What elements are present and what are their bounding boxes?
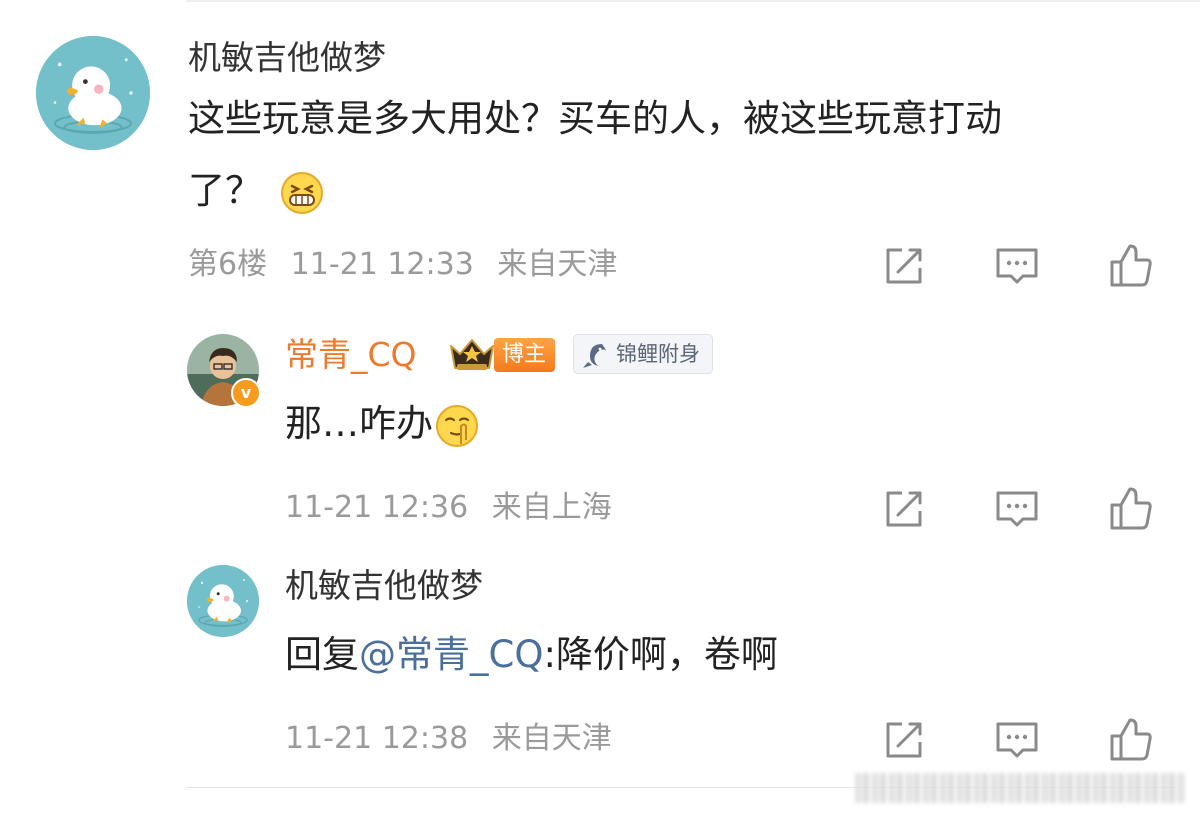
thumbs-up-icon xyxy=(1106,485,1154,533)
comment-actions xyxy=(880,242,1160,292)
like-button[interactable] xyxy=(1106,716,1154,764)
comment-text-line1: 这些玩意是多大用处？买车的人，被这些玩意打动 xyxy=(188,97,1002,140)
reply-username[interactable]: 常青_CQ xyxy=(285,335,417,375)
floor-label: 第6楼 xyxy=(188,247,268,282)
mention-link[interactable]: @常青_CQ xyxy=(359,633,543,676)
timestamp: 11-21 12:36 xyxy=(285,490,469,525)
shush-emoji-icon xyxy=(436,404,478,447)
koi-badge-label: 锦鲤附身 xyxy=(616,342,700,366)
verified-badge: v xyxy=(231,378,261,408)
thumbs-up-icon xyxy=(1106,242,1154,290)
comment-icon xyxy=(993,485,1041,533)
duck-avatar-icon xyxy=(36,36,150,150)
reply-actions xyxy=(880,716,1160,766)
reply-prefix: 回复 xyxy=(285,633,359,676)
location: 来自天津 xyxy=(491,721,612,756)
timestamp: 11-21 12:33 xyxy=(290,247,474,282)
comment-username[interactable]: 机敏吉他做梦 xyxy=(188,38,386,78)
share-button[interactable] xyxy=(880,242,928,290)
comment-icon xyxy=(993,242,1041,290)
grin-emoji-icon xyxy=(280,171,323,214)
avatar[interactable] xyxy=(36,36,150,150)
comment-text-line2: 了？ xyxy=(188,169,262,212)
like-button[interactable] xyxy=(1106,242,1154,290)
comment-icon xyxy=(993,716,1041,764)
reply-meta: 11-21 12:38 来自天津 xyxy=(285,719,612,759)
share-button[interactable] xyxy=(880,716,928,764)
reply-text-body: 那…咋办 xyxy=(285,402,433,445)
location: 来自天津 xyxy=(497,247,618,282)
share-icon xyxy=(880,242,928,290)
reply-button[interactable] xyxy=(993,716,1041,764)
avatar[interactable] xyxy=(187,565,259,637)
blogger-badge: 博主 xyxy=(494,338,556,372)
reply-button[interactable] xyxy=(993,242,1041,290)
crown-icon xyxy=(450,339,494,370)
koi-fish-icon xyxy=(583,344,606,368)
reply-button[interactable] xyxy=(993,485,1041,533)
reply-text: 回复@常青_CQ:降价啊，卷啊 xyxy=(285,619,778,691)
koi-badge[interactable]: 锦鲤附身 xyxy=(573,334,713,374)
comment-meta: 第6楼 11-21 12:33 来自天津 xyxy=(188,245,617,285)
share-icon xyxy=(880,716,928,764)
comment-text: 这些玩意是多大用处？买车的人，被这些玩意打动 了？ xyxy=(188,83,1173,227)
duck-avatar-icon xyxy=(187,565,259,637)
reply-text: 那…咋办 xyxy=(285,388,479,460)
reply-username[interactable]: 机敏吉他做梦 xyxy=(285,566,483,606)
watermark-blur xyxy=(855,773,1185,803)
like-button[interactable] xyxy=(1106,485,1154,533)
reply-actions xyxy=(880,485,1160,535)
reply-meta: 11-21 12:36 来自上海 xyxy=(285,488,612,528)
location: 来自上海 xyxy=(491,490,612,525)
timestamp: 11-21 12:38 xyxy=(285,721,469,756)
thumbs-up-icon xyxy=(1106,716,1154,764)
top-divider xyxy=(186,0,1200,2)
share-icon xyxy=(880,485,928,533)
reply-text-body: :降价啊，卷啊 xyxy=(543,633,778,676)
share-button[interactable] xyxy=(880,485,928,533)
